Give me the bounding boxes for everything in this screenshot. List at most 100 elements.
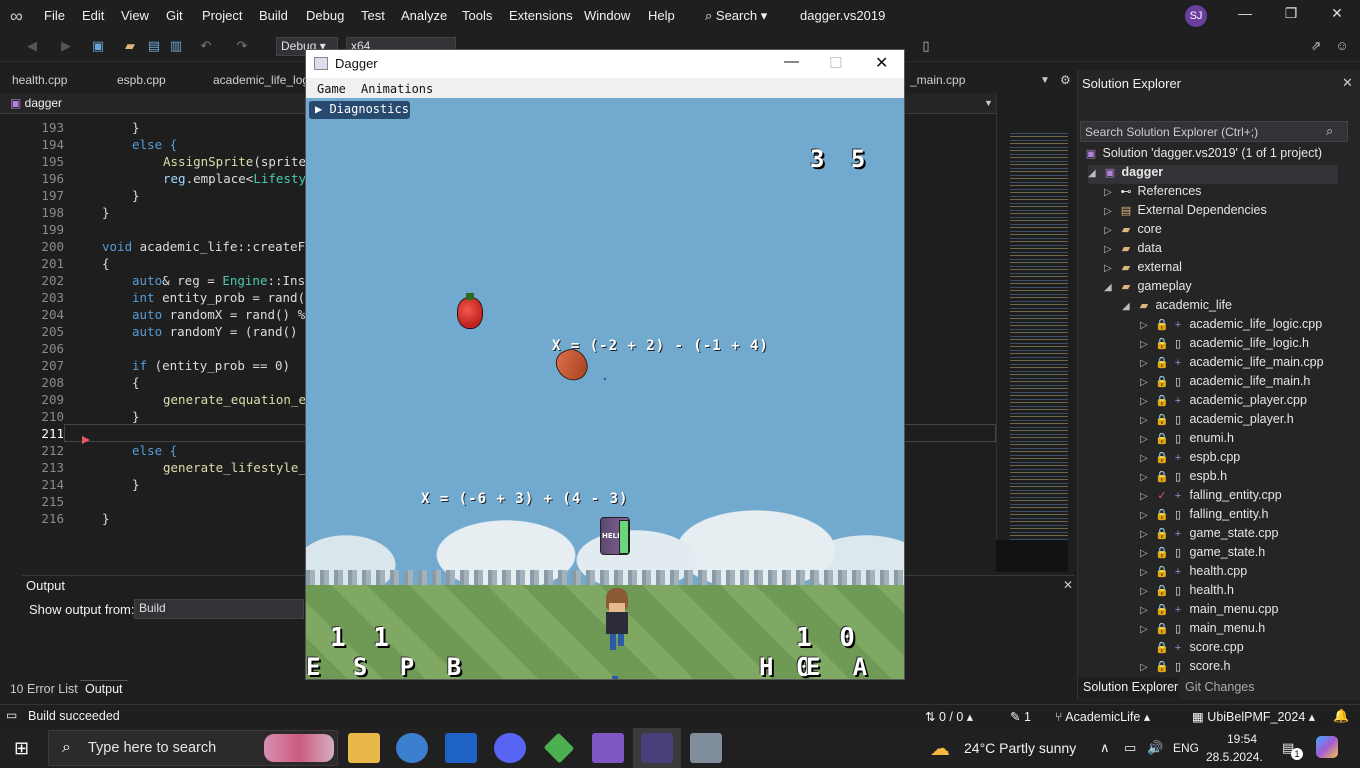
tab-output[interactable]: Output <box>80 680 128 697</box>
avatar[interactable]: SJ <box>1185 5 1207 27</box>
file-item[interactable]: ▷ 🔒 ▯ academic_life_main.h <box>1140 374 1310 393</box>
menu-debug[interactable]: Debug <box>306 8 344 23</box>
file-item[interactable]: ▷ 🔒 ▯ score.h <box>1140 659 1230 678</box>
network-icon[interactable]: ▭ <box>1124 740 1136 756</box>
folder-gameplay[interactable]: ◢ ▰ gameplay <box>1104 279 1192 298</box>
file-item[interactable]: ▷ 🔒 + academic_life_main.cpp <box>1140 355 1324 374</box>
tab-espb-cpp[interactable]: espb.cpp <box>117 73 166 87</box>
visual-studio-icon[interactable] <box>592 733 624 763</box>
clock-time[interactable]: 19:54 <box>1222 732 1262 746</box>
close-icon[interactable]: ✕ <box>1327 5 1347 22</box>
file-item[interactable]: ▷ 🔒 ▯ academic_life_logic.h <box>1140 336 1309 355</box>
tab-health-cpp[interactable]: health.cpp <box>12 73 67 87</box>
back-icon[interactable]: ◀ <box>24 38 40 54</box>
minimize-icon[interactable]: — <box>1235 5 1255 21</box>
file-item[interactable]: ▷ 🔒 + academic_life_logic.cpp <box>1140 317 1322 336</box>
clock-date[interactable]: 28.5.2024. <box>1206 750 1263 764</box>
discord-icon[interactable] <box>494 733 526 763</box>
game-menu-game[interactable]: Game <box>317 82 346 96</box>
output-source-dropdown[interactable]: Build <box>134 599 304 619</box>
minimap-viewport[interactable] <box>996 540 1068 572</box>
menu-edit[interactable]: Edit <box>82 8 104 23</box>
project-node[interactable]: ◢ ▣ dagger <box>1088 165 1338 184</box>
copilot-icon[interactable] <box>1316 736 1338 758</box>
menu-git[interactable]: Git <box>166 8 183 23</box>
forward-icon[interactable]: ▶ <box>58 38 74 54</box>
tab-error-list[interactable]: Error List <box>27 682 78 696</box>
file-item[interactable]: ▷ 🔒 ▯ falling_entity.h <box>1140 507 1268 526</box>
file-item[interactable]: ▷ 🔒 + health.cpp <box>1140 564 1247 583</box>
game-menu-animations[interactable]: Animations <box>361 82 433 96</box>
status-repo[interactable]: ▦ UbiBelPMF_2024 ▴ <box>1192 709 1315 724</box>
tab-academic-life-logic[interactable]: academic_life_log <box>213 73 309 87</box>
menu-window[interactable]: Window <box>584 8 630 23</box>
file-item[interactable]: ▷ 🔒 ▯ enumi.h <box>1140 431 1234 450</box>
maximize-icon[interactable]: ☐ <box>829 54 842 72</box>
file-item[interactable]: ▷ 🔒 + main_menu.cpp <box>1140 602 1278 621</box>
redo-icon[interactable]: ↷ <box>234 38 250 54</box>
settings-icon[interactable]: ⚙ <box>1060 73 1071 87</box>
menu-project[interactable]: Project <box>202 8 242 23</box>
tab-git-changes[interactable]: Git Changes <box>1185 680 1254 694</box>
project-dropdown[interactable]: ▣ dagger <box>10 96 62 110</box>
menu-extensions[interactable]: Extensions <box>509 8 573 23</box>
tab-overflow-icon[interactable]: ▼ <box>1040 75 1050 86</box>
file-item[interactable]: ▷ 🔒 ▯ academic_player.h <box>1140 412 1294 431</box>
open-folder-icon[interactable]: ▰ <box>122 38 138 54</box>
windows-start-icon[interactable]: ⊞ <box>14 738 29 759</box>
restore-icon[interactable]: ❐ <box>1281 5 1301 22</box>
member-dropdown-icon[interactable]: ▼ <box>984 98 993 108</box>
folder-academic-life[interactable]: ◢ ▰ academic_life <box>1122 298 1232 317</box>
new-project-icon[interactable]: ▣ <box>90 38 106 54</box>
file-item[interactable]: ▷ 🔒 + espb.cpp <box>1140 450 1240 469</box>
folder-external[interactable]: ▷ ▰ external <box>1104 260 1182 279</box>
tray-overflow-icon[interactable]: ∧ <box>1100 740 1110 756</box>
feedback-icon[interactable]: ☺ <box>1334 38 1350 54</box>
game-window-icon[interactable] <box>690 733 722 763</box>
folder-references[interactable]: ▷ ⊷ References <box>1104 184 1201 203</box>
file-item[interactable]: 🔒 + score.cpp <box>1140 640 1244 659</box>
close-icon[interactable]: ✕ <box>1342 75 1353 91</box>
browser-icon[interactable] <box>396 733 428 763</box>
weather-text[interactable]: 24°C Partly sunny <box>964 740 1076 756</box>
undo-icon[interactable]: ↶ <box>198 38 214 54</box>
volume-icon[interactable]: 🔊 <box>1147 740 1163 756</box>
outlook-icon[interactable] <box>445 733 477 763</box>
folder-data[interactable]: ▷ ▰ data <box>1104 241 1162 260</box>
menu-help[interactable]: Help <box>648 8 675 23</box>
close-icon[interactable]: ✕ <box>875 53 888 73</box>
menu-analyze[interactable]: Analyze <box>401 8 447 23</box>
file-item[interactable]: ▷ 🔒 ▯ game_state.h <box>1140 545 1265 564</box>
diagnostics-toggle[interactable]: ▶ Diagnostics <box>309 101 410 119</box>
menu-file[interactable]: File <box>44 8 65 23</box>
status-edits[interactable]: ✎ 1 <box>1010 709 1031 724</box>
bookmark-icon[interactable]: ▯ <box>918 38 934 54</box>
solution-node[interactable]: ▣ Solution 'dagger.vs2019' (1 of 1 proje… <box>1083 146 1322 165</box>
menu-build[interactable]: Build <box>259 8 288 23</box>
save-icon[interactable]: ▤ <box>146 38 162 54</box>
tab-solution-explorer[interactable]: Solution Explorer <box>1078 677 1178 699</box>
language-indicator[interactable]: ENG <box>1173 741 1199 755</box>
folder-external-dependencies[interactable]: ▷ ▤ External Dependencies <box>1104 203 1267 222</box>
solution-search-input[interactable]: Search Solution Explorer (Ctrl+;) <box>1080 121 1348 142</box>
close-panel-icon[interactable]: ✕ <box>1063 578 1073 592</box>
status-line-changes[interactable]: ⇅ 0 / 0 ▴ <box>925 709 973 724</box>
save-all-icon[interactable]: ▥ <box>168 38 184 54</box>
file-item[interactable]: ▷ 🔒 ▯ main_menu.h <box>1140 621 1265 640</box>
menu-test[interactable]: Test <box>361 8 385 23</box>
file-item[interactable]: ▷ 🔒 + game_state.cpp <box>1140 526 1278 545</box>
status-project[interactable]: ⑂ AcademicLife ▴ <box>1055 709 1150 724</box>
minimize-icon[interactable]: — <box>784 53 799 70</box>
file-explorer-icon[interactable] <box>348 733 380 763</box>
menu-view[interactable]: View <box>121 8 149 23</box>
file-item[interactable]: ▷ ✓ + falling_entity.cpp <box>1140 488 1282 507</box>
notification-bell-icon[interactable]: 🔔 <box>1333 708 1349 724</box>
folder-core[interactable]: ▷ ▰ core <box>1104 222 1162 241</box>
file-item[interactable]: ▷ 🔒 ▯ health.h <box>1140 583 1234 602</box>
tab-main-cpp[interactable]: _main.cpp <box>910 73 965 87</box>
share-icon[interactable]: ⇗ <box>1308 38 1324 54</box>
menu-tools[interactable]: Tools <box>462 8 492 23</box>
search-box[interactable]: ⌕ Search ▾ <box>705 8 767 24</box>
file-item[interactable]: ▷ 🔒 + academic_player.cpp <box>1140 393 1307 412</box>
file-item[interactable]: ▷ 🔒 ▯ espb.h <box>1140 469 1227 488</box>
